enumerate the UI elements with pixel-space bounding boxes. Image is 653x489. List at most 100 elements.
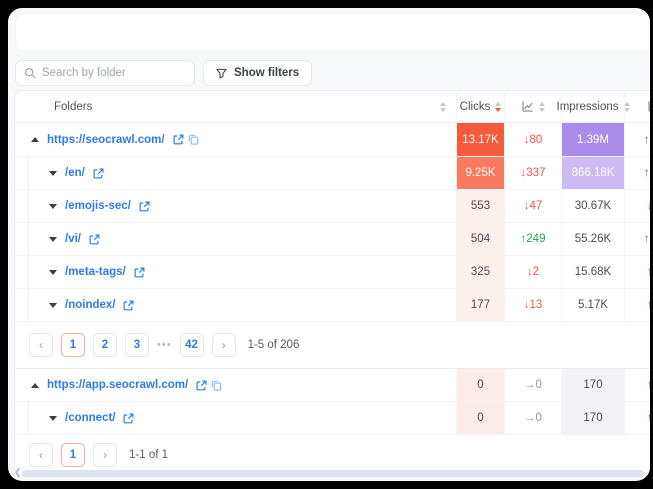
folder-link[interactable]: /emojis-sec/ (65, 200, 131, 212)
collapse-caret-icon[interactable] (31, 383, 39, 388)
impressions-delta: ↑1 (624, 402, 650, 434)
page-button-42[interactable]: 42 (180, 333, 204, 357)
impressions-delta: ↓8 (624, 190, 650, 222)
folder-link[interactable]: https://seocrawl.com/ (47, 134, 165, 146)
sort-icon-folders[interactable] (440, 102, 446, 112)
copy-icon[interactable] (211, 380, 222, 391)
folder-cell: /meta-tags/ (15, 256, 456, 288)
column-header-folders[interactable]: Folders (15, 91, 456, 122)
scrollbar-left-arrow-icon[interactable]: ❮ (14, 467, 22, 478)
impressions-delta: ↑74 (624, 123, 650, 156)
table-row: https://app.seocrawl.com/ 0 →0 170 ↑1 (15, 368, 650, 402)
folder-cell: /connect/ (15, 402, 456, 434)
page-button-1[interactable]: 1 (61, 443, 85, 467)
folders-header-label: Folders (54, 101, 92, 113)
column-header-impressions[interactable]: Impressions (561, 91, 624, 122)
table-row: /vi/ 504 ↑249 55.26K ↑18 (15, 223, 650, 256)
external-link-icon[interactable] (93, 168, 104, 179)
impressions-value: 866.18K (561, 157, 624, 189)
collapse-caret-icon[interactable] (31, 137, 39, 142)
sort-icon-clicks[interactable] (495, 102, 501, 112)
impressions-value: 170 (561, 402, 624, 434)
pagination-group-1: ‹ 1 2 3 ••• 42 › 1-5 of 206 (15, 322, 650, 368)
impressions-value: 15.68K (561, 256, 624, 288)
folder-cell: https://seocrawl.com/ (15, 123, 456, 156)
sort-icon-clicks-trend[interactable] (539, 102, 545, 112)
clicks-delta: →0 (504, 369, 561, 401)
external-link-icon[interactable] (173, 134, 184, 145)
impressions-delta: ↑18 (624, 223, 650, 255)
external-link-icon[interactable] (123, 413, 134, 424)
column-header-clicks-trend[interactable] (504, 91, 561, 122)
folder-cell: /en/ (15, 157, 456, 189)
clicks-value: 0 (456, 369, 504, 401)
pagination-ellipsis[interactable]: ••• (157, 339, 172, 351)
folder-cell: /vi/ (15, 223, 456, 255)
external-link-icon[interactable] (139, 201, 150, 212)
pagination-summary: 1-5 of 206 (248, 339, 300, 351)
external-link-icon[interactable] (196, 380, 207, 391)
table-header: Folders Clicks Impressions (15, 91, 650, 123)
horizontal-scrollbar[interactable] (22, 470, 644, 477)
impressions-value: 1.39M (561, 123, 624, 156)
show-filters-button[interactable]: Show filters (203, 60, 312, 86)
folder-link[interactable]: /connect/ (65, 412, 115, 424)
table-row: /noindex/ 177 ↓13 5.17K ↑1 (15, 289, 650, 322)
impressions-value: 30.67K (561, 190, 624, 222)
prev-page-button[interactable]: ‹ (29, 443, 53, 467)
expand-caret-icon[interactable] (49, 270, 57, 275)
impressions-delta: ↑1 (624, 369, 650, 401)
folder-link[interactable]: /meta-tags/ (65, 266, 126, 278)
table-row: /connect/ 0 →0 170 ↑1 (15, 402, 650, 435)
impressions-header-label: Impressions (557, 101, 619, 113)
main-card: Show filters Folders Clicks (8, 8, 650, 481)
page-button-3[interactable]: 3 (125, 333, 149, 357)
line-chart-icon (647, 100, 651, 113)
column-header-impressions-trend[interactable] (624, 91, 650, 122)
expand-caret-icon[interactable] (49, 171, 57, 176)
clicks-delta: →0 (504, 402, 561, 434)
filter-funnel-icon (216, 68, 227, 79)
clicks-delta: ↓13 (504, 289, 561, 321)
table-row: https://seocrawl.com/ 13.17K ↓80 1.39M ↑… (15, 123, 650, 157)
next-page-button[interactable]: › (93, 443, 117, 467)
impressions-value: 5.17K (561, 289, 624, 321)
clicks-value: 553 (456, 190, 504, 222)
page-button-2[interactable]: 2 (93, 333, 117, 357)
folder-link[interactable]: /noindex/ (65, 299, 115, 311)
folder-link[interactable]: https://app.seocrawl.com/ (47, 379, 188, 391)
clicks-value: 177 (456, 289, 504, 321)
folder-link[interactable]: /en/ (65, 167, 85, 179)
external-link-icon[interactable] (89, 234, 100, 245)
folder-cell: /emojis-sec/ (15, 190, 456, 222)
folder-cell: https://app.seocrawl.com/ (15, 369, 456, 401)
clicks-value: 504 (456, 223, 504, 255)
table-row: /meta-tags/ 325 ↓2 15.68K ↑2 (15, 256, 650, 289)
folder-link[interactable]: /vi/ (65, 233, 81, 245)
expand-caret-icon[interactable] (49, 204, 57, 209)
search-input[interactable] (42, 67, 186, 79)
impressions-delta: ↑1 (624, 289, 650, 321)
folder-cell: /noindex/ (15, 289, 456, 321)
page-button-1[interactable]: 1 (61, 333, 85, 357)
column-header-clicks[interactable]: Clicks (456, 91, 504, 122)
external-link-icon[interactable] (123, 300, 134, 311)
clicks-value: 0 (456, 402, 504, 434)
search-by-folder-field[interactable] (15, 60, 195, 86)
clicks-delta: ↑249 (504, 223, 561, 255)
impressions-delta: ↑95 (624, 157, 650, 189)
external-link-icon[interactable] (134, 267, 145, 278)
copy-icon[interactable] (188, 134, 199, 145)
prev-page-button[interactable]: ‹ (29, 333, 53, 357)
impressions-value: 55.26K (561, 223, 624, 255)
clicks-value: 325 (456, 256, 504, 288)
expand-caret-icon[interactable] (49, 237, 57, 242)
expand-caret-icon[interactable] (49, 416, 57, 421)
next-page-button[interactable]: › (212, 333, 236, 357)
clicks-header-label: Clicks (460, 101, 491, 113)
impressions-delta: ↑2 (624, 256, 650, 288)
expand-caret-icon[interactable] (49, 303, 57, 308)
clicks-delta: ↓47 (504, 190, 561, 222)
clicks-delta: ↓80 (504, 123, 561, 156)
table-controls: Show filters (15, 60, 312, 86)
